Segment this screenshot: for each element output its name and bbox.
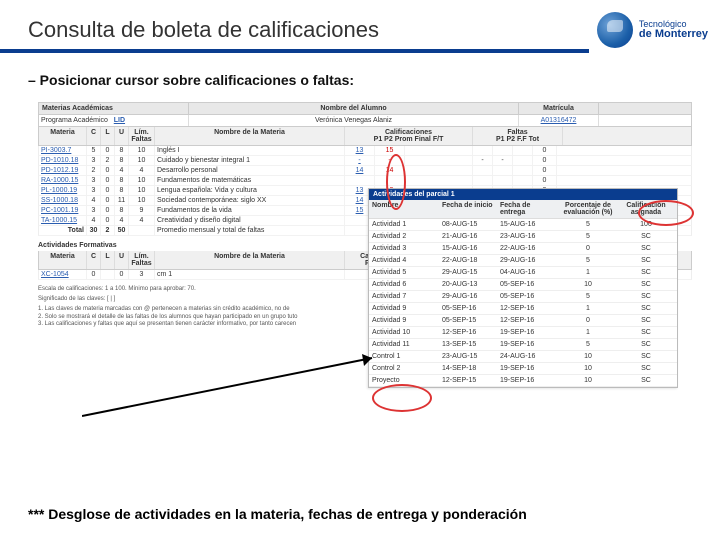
activity-row: Actividad 1012-SEP-1619-SEP-161SC bbox=[369, 327, 677, 339]
acol-calif: Calificación asignada bbox=[621, 200, 671, 218]
page-title: Consulta de boleta de calificaciones bbox=[0, 7, 589, 53]
activity-row: Actividad 529-AUG-1504-AUG-161SC bbox=[369, 267, 677, 279]
fcol-lim: Lím. Faltas bbox=[129, 251, 155, 269]
col-faltas-group: Faltas P1 P2 F.F Tot bbox=[473, 127, 563, 145]
annotation-arrow bbox=[82, 346, 402, 426]
activity-row: Control 123-AUG-1524-AUG-1610SC bbox=[369, 351, 677, 363]
fcol-u: U bbox=[115, 251, 129, 269]
matricula-value[interactable]: A01316472 bbox=[519, 115, 599, 126]
col-c: C bbox=[87, 127, 101, 145]
activity-row: Actividad 620-AUG-1305-SEP-1610SC bbox=[369, 279, 677, 291]
activity-row: Actividad 221-AUG-1623-AUG-165SC bbox=[369, 231, 677, 243]
total-label: Total bbox=[39, 226, 87, 235]
instruction-text: – Posicionar cursor sobre calificaciones… bbox=[0, 60, 720, 92]
grade-p1[interactable]: 14 bbox=[345, 166, 375, 175]
activities-header: Actividades del parcial 1 bbox=[369, 189, 677, 200]
table-row: PD-1010.1832810Cuidado y bienestar integ… bbox=[38, 156, 692, 166]
grade-p1[interactable]: 13 bbox=[345, 146, 375, 155]
programa-label: Programa Académico bbox=[41, 117, 108, 124]
col-l: L bbox=[101, 127, 115, 145]
nombre-alumno-label: Nombre del Alumno bbox=[189, 103, 519, 114]
activity-row: Actividad 315-AUG-1622-AUG-160SC bbox=[369, 243, 677, 255]
total-l: 2 bbox=[101, 226, 115, 235]
row-materia[interactable]: PC-1001.19 bbox=[39, 206, 87, 215]
row-materia[interactable]: PL-1000.19 bbox=[39, 186, 87, 195]
activities-columns: Nombre Fecha de inicio Fecha de entrega … bbox=[369, 200, 677, 219]
row-materia[interactable]: PD-1010.18 bbox=[39, 156, 87, 165]
acol-inicio: Fecha de inicio bbox=[439, 200, 497, 218]
acol-porcentaje: Porcentaje de evaluación (%) bbox=[555, 200, 621, 218]
grade-p1[interactable] bbox=[345, 176, 375, 185]
total-u: 50 bbox=[115, 226, 129, 235]
col-lim: Lím. Faltas bbox=[129, 127, 155, 145]
col-calif-group: Calificaciones P1 P2 Prom Final F/T bbox=[345, 127, 473, 145]
activity-row: Actividad 905-SEP-1512-SEP-160SC bbox=[369, 315, 677, 327]
table-row: RA-1000.1530810Fundamentos de matemática… bbox=[38, 176, 692, 186]
materias-label: Materias Académicas bbox=[39, 103, 189, 114]
embedded-screenshot: Materias Académicas Nombre del Alumno Ma… bbox=[38, 102, 692, 328]
frow-materia[interactable]: XC-1054 bbox=[39, 270, 87, 279]
fcol-nombre: Nombre de la Materia bbox=[155, 251, 345, 269]
row-materia[interactable]: SS-1000.18 bbox=[39, 196, 87, 205]
header: Consulta de boleta de calificaciones Tec… bbox=[0, 0, 720, 60]
row-materia[interactable]: PD-1012.19 bbox=[39, 166, 87, 175]
activity-row: Actividad 422-AUG-1829-AUG-165SC bbox=[369, 255, 677, 267]
annotation-circle-proyecto bbox=[372, 384, 432, 412]
acol-entrega: Fecha de entrega bbox=[497, 200, 555, 218]
fcol-materia: Materia bbox=[39, 251, 87, 269]
acol-nombre: Nombre bbox=[369, 200, 439, 218]
matricula-label: Matrícula bbox=[519, 103, 599, 114]
logo-icon bbox=[597, 12, 633, 48]
activity-row: Actividad 1113-SEP-1519-SEP-165SC bbox=[369, 339, 677, 351]
row-materia[interactable]: PI-3003.7 bbox=[39, 146, 87, 155]
row-materia[interactable]: RA-1000.15 bbox=[39, 176, 87, 185]
section-header-row: Materias Académicas Nombre del Alumno Ma… bbox=[38, 102, 692, 115]
total-c: 30 bbox=[87, 226, 101, 235]
activity-row: Actividad 905-SEP-1612-SEP-161SC bbox=[369, 303, 677, 315]
activities-panel: Actividades del parcial 1 Nombre Fecha d… bbox=[368, 188, 678, 388]
fcol-l: L bbox=[101, 251, 115, 269]
fcol-c: C bbox=[87, 251, 101, 269]
col-u: U bbox=[115, 127, 129, 145]
activity-row: Control 214-SEP-1819-SEP-1610SC bbox=[369, 363, 677, 375]
activity-row: Actividad 729-AUG-1605-SEP-165SC bbox=[369, 291, 677, 303]
col-nombre: Nombre de la Materia bbox=[155, 127, 345, 145]
activity-row: Proyecto12-SEP-1519-SEP-1610SC bbox=[369, 375, 677, 387]
logo-text: Tecnológico de Monterrey bbox=[639, 20, 708, 40]
table-row: PD-1012.192044Desarrollo personal14140 bbox=[38, 166, 692, 176]
activities-rows: Actividad 108-AUG-1515-AUG-165100Activid… bbox=[369, 219, 677, 387]
logo: Tecnológico de Monterrey bbox=[597, 12, 720, 48]
grade-p1[interactable]: - bbox=[345, 156, 375, 165]
col-materia: Materia bbox=[39, 127, 87, 145]
row-materia[interactable]: TA-1000.15 bbox=[39, 216, 87, 225]
programa-value[interactable]: LID bbox=[114, 117, 125, 124]
table-row: PI-3003.750810Inglés I13150 bbox=[38, 146, 692, 156]
logo-line2: de Monterrey bbox=[639, 29, 708, 40]
total-note: Promedio mensual y total de faltas bbox=[155, 226, 345, 235]
activity-row: Actividad 108-AUG-1515-AUG-165100 bbox=[369, 219, 677, 231]
alumno-name: Verónica Venegas Alaniz bbox=[189, 115, 519, 126]
grades-header: Materia C L U Lím. Faltas Nombre de la M… bbox=[38, 127, 692, 146]
footer-note: *** Desglose de actividades en la materi… bbox=[28, 506, 668, 522]
